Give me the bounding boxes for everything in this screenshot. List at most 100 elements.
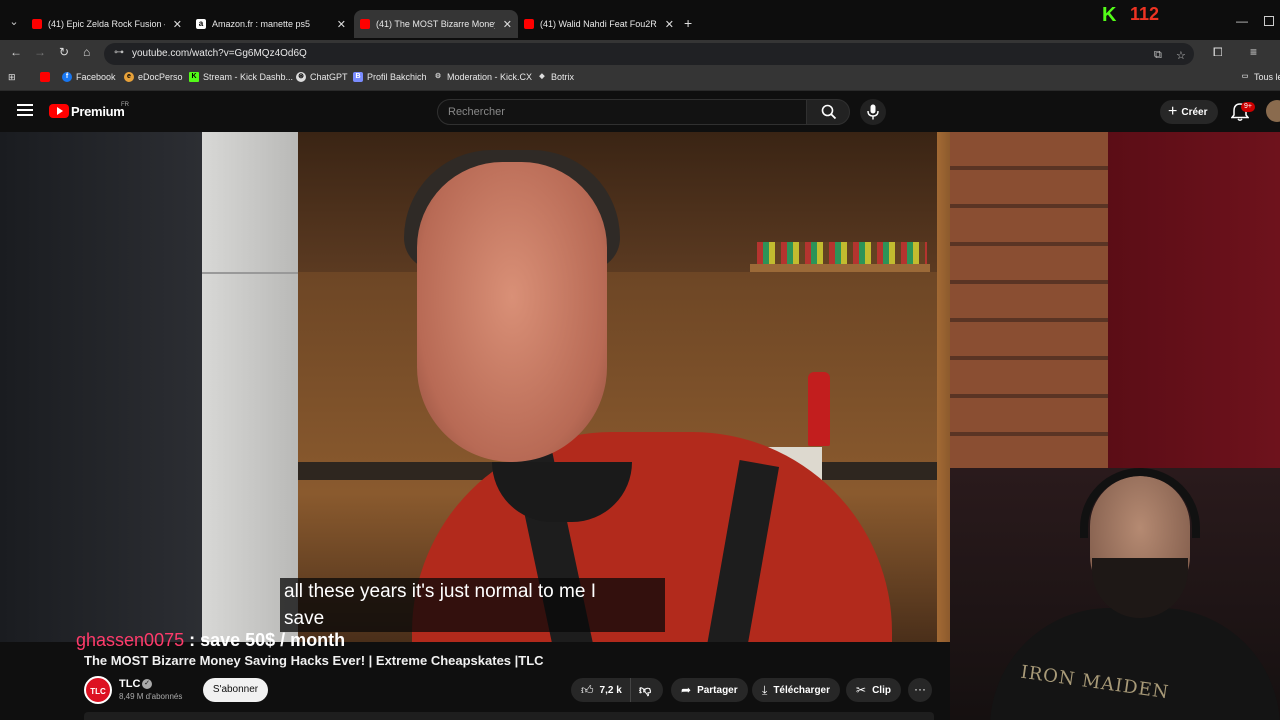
caption-line-2: save: [284, 608, 325, 629]
bookmark-youtube[interactable]: [40, 72, 54, 82]
chatgpt-icon: ⊛: [296, 72, 306, 82]
extensions-icon[interactable]: ⧠: [1213, 45, 1223, 60]
bookmark-all-folder[interactable]: ▭ Tous le: [1240, 72, 1280, 82]
channel-avatar[interactable]: TLC: [84, 676, 112, 704]
home-icon[interactable]: ⌂: [83, 45, 90, 59]
install-icon[interactable]: ⧉: [1154, 49, 1162, 62]
youtube-icon: [40, 72, 50, 82]
like-dislike-group: 👍︎ 7,2 k 👎︎: [571, 678, 663, 702]
channel-name[interactable]: TLC: [119, 678, 140, 690]
scissors-icon: ✂: [856, 683, 867, 697]
kick-icon: K: [189, 72, 199, 82]
tab-title: (41) Walid Nahdi Feat Fou2Rag: [540, 19, 657, 29]
clip-label: Clip: [872, 684, 891, 696]
tab-title: (41) Epic Zelda Rock Fusion – S: [48, 19, 165, 29]
subscriber-count: 8,49 M d'abonnés: [119, 692, 183, 701]
streamer-webcam: IRON MAIDEN: [950, 468, 1280, 720]
like-button[interactable]: 👍︎ 7,2 k: [571, 678, 631, 702]
reload-icon[interactable]: ↻: [59, 45, 69, 59]
bookmarks-bar: ⊞ f Facebook e eDocPerso K Stream - Kick Da…: [0, 67, 1280, 91]
youtube-icon: [32, 19, 42, 29]
facebook-icon: f: [62, 72, 72, 82]
bookmark-chatgpt[interactable]: ⊛ ChatGPT: [296, 72, 348, 82]
bookmark-moderation[interactable]: ⚙ Moderation - Kick.CX: [433, 72, 532, 82]
thumbs-up-icon: 👍︎: [581, 682, 594, 697]
clip-button[interactable]: ✂ Clip: [846, 678, 901, 702]
close-icon[interactable]: ✕: [337, 18, 346, 31]
menu-icon[interactable]: [17, 104, 33, 116]
bookmark-star-icon[interactable]: ☆: [1176, 49, 1186, 62]
microphone-icon: [867, 104, 879, 120]
youtube-logo-icon[interactable]: [49, 104, 69, 118]
browser-tab-bar: ⌄ (41) Epic Zelda Rock Fusion – S ✕ a Am…: [0, 0, 1280, 44]
subscribe-button[interactable]: S'abonner: [203, 678, 268, 702]
tab-search-icon[interactable]: ⌄: [6, 14, 22, 30]
share-button[interactable]: ➦ Partager: [671, 678, 748, 702]
bookmark-facebook[interactable]: f Facebook: [62, 72, 116, 82]
edoc-icon: e: [124, 72, 134, 82]
scene-fridge: [202, 132, 298, 642]
kick-logo: K: [1102, 4, 1117, 26]
bookmark-kick-dashboard[interactable]: K Stream - Kick Dashb...: [189, 72, 293, 82]
amazon-icon: a: [196, 19, 206, 29]
search-placeholder: Rechercher: [448, 106, 505, 118]
new-tab-button[interactable]: +: [684, 15, 692, 31]
back-arrow-icon[interactable]: ←: [10, 45, 22, 59]
apps-icon[interactable]: ⊞: [8, 72, 16, 83]
bookmark-botrix[interactable]: ◆ Botrix: [537, 72, 574, 82]
bookmark-edocperso[interactable]: e eDocPerso: [124, 72, 183, 82]
download-label: Télécharger: [773, 684, 831, 696]
notification-badge: 9+: [1241, 102, 1255, 112]
search-button[interactable]: [806, 99, 850, 125]
tab-4[interactable]: (41) Walid Nahdi Feat Fou2Rag ✕: [524, 14, 674, 34]
tab-1[interactable]: (41) Epic Zelda Rock Fusion – S ✕: [32, 14, 182, 34]
forward-arrow-icon[interactable]: →: [34, 45, 46, 59]
account-avatar[interactable]: [1266, 100, 1280, 122]
download-icon: ⤓: [762, 682, 768, 697]
reading-list-icon[interactable]: ≡: [1250, 45, 1257, 59]
chat-text: : save 50$ / month: [184, 630, 346, 650]
video-captions: all these years it's just normal to me I…: [280, 578, 665, 632]
close-icon[interactable]: ✕: [173, 18, 182, 31]
like-count: 7,2 k: [599, 684, 622, 696]
viewer-count: 112: [1130, 4, 1160, 24]
voice-search-button[interactable]: [860, 99, 886, 125]
close-icon[interactable]: ✕: [503, 18, 512, 31]
verified-icon: ✓: [142, 679, 152, 689]
browser-toolbar: ← → ↻ ⌂ ⊶ youtube.com/watch?v=Gg6MQz4Od6…: [0, 40, 1280, 67]
create-button[interactable]: + Créer: [1160, 100, 1218, 124]
youtube-logo-text[interactable]: Premium: [71, 104, 125, 119]
share-label: Partager: [697, 684, 738, 696]
gear-icon: ⚙: [434, 73, 442, 80]
download-button[interactable]: ⤓ Télécharger: [752, 678, 841, 702]
description-box-edge: [84, 712, 934, 720]
search-icon: [821, 104, 837, 120]
person-face: [417, 162, 607, 462]
plus-icon: +: [1168, 103, 1178, 120]
url-text[interactable]: youtube.com/watch?v=Gg6MQz4Od6Q: [132, 48, 307, 59]
youtube-header: Premium FR Rechercher + Créer: [0, 92, 1280, 132]
bookmark-profil-bakchich[interactable]: B Profil Bakchich: [353, 72, 427, 82]
botrix-icon: ◆: [539, 73, 545, 80]
region-code: FR: [121, 102, 129, 108]
dislike-button[interactable]: 👎︎: [631, 683, 651, 698]
minimize-button[interactable]: —: [1236, 14, 1248, 28]
tab-title: Amazon.fr : manette ps5: [212, 19, 311, 29]
youtube-icon: [360, 19, 370, 29]
more-actions-button[interactable]: ···: [908, 678, 932, 702]
folder-icon: ▭: [1241, 73, 1249, 80]
tab-2[interactable]: a Amazon.fr : manette ps5 ✕: [196, 14, 346, 34]
search-input[interactable]: Rechercher: [437, 99, 807, 125]
scene-shelf: [750, 264, 930, 272]
headphones: [1080, 468, 1200, 538]
address-bar[interactable]: ⊶ youtube.com/watch?v=Gg6MQz4Od6Q ⧉ ☆: [104, 43, 1194, 65]
maximize-button[interactable]: [1264, 16, 1274, 26]
scene-fire-extinguisher: [808, 372, 830, 446]
close-icon[interactable]: ✕: [665, 18, 674, 31]
site-info-icon[interactable]: ⊶: [114, 47, 124, 58]
scene-spices: [757, 242, 927, 264]
caption-line-1: all these years it's just normal to me I: [284, 581, 596, 602]
tab-title: (41) The MOST Bizarre Money S: [376, 19, 495, 29]
tab-3-active[interactable]: (41) The MOST Bizarre Money S ✕: [354, 10, 518, 38]
youtube-icon: [524, 19, 534, 29]
